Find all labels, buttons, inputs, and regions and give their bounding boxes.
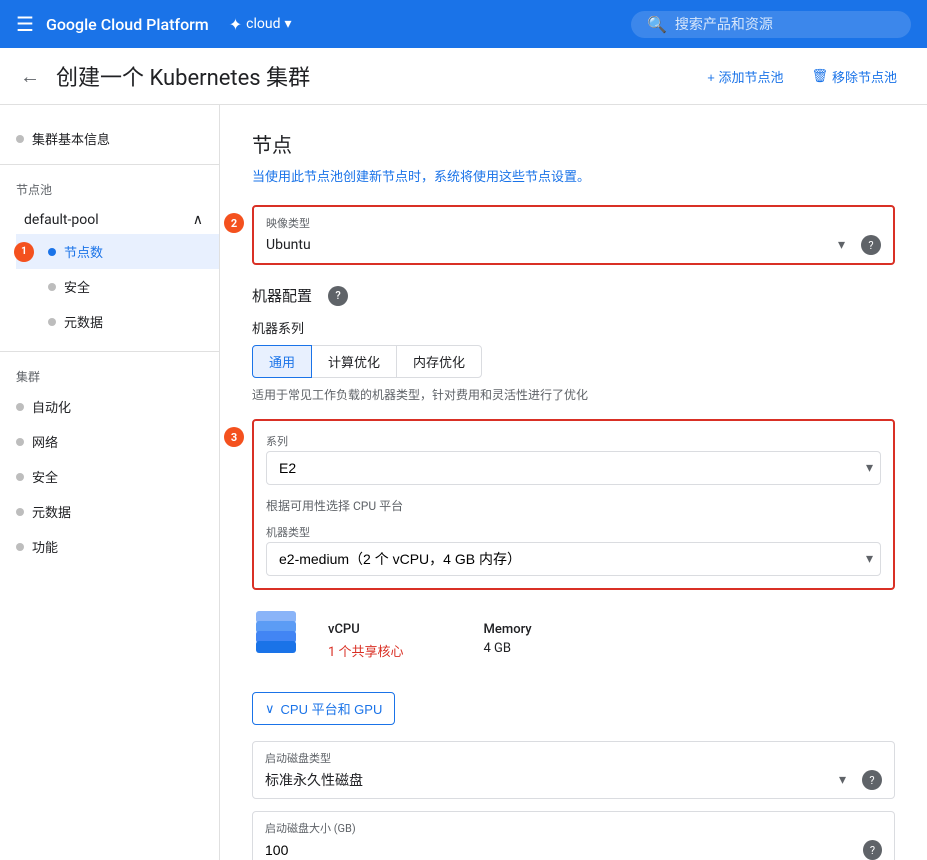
sidebar-item-network[interactable]: 网络 — [0, 424, 219, 459]
add-pool-button[interactable]: + 添加节点池 — [697, 61, 793, 92]
project-dropdown-icon: ▾ — [285, 16, 292, 32]
boot-disk-type-help-icon[interactable]: ? — [862, 770, 882, 790]
annotation-3: 3 — [224, 427, 244, 447]
expand-icon: ∨ — [265, 701, 275, 717]
tab-compute-optimized[interactable]: 计算优化 — [311, 345, 397, 378]
image-type-select-row: Ubuntu ▾ ? — [266, 235, 881, 255]
back-button[interactable]: ← — [20, 64, 40, 89]
sidebar-item-node-count[interactable]: 节点数 1 — [16, 234, 219, 269]
cluster-section-label: 集群 — [0, 360, 219, 389]
page-title: 创建一个 Kubernetes 集群 — [56, 60, 310, 92]
server-stack-icon — [252, 611, 312, 671]
menu-icon[interactable]: ☰ — [16, 12, 34, 36]
memory-resource: Memory 4 GB — [484, 622, 532, 656]
active-dot — [48, 248, 56, 256]
dot-feat — [16, 543, 24, 551]
dot-security — [48, 283, 56, 291]
annotation-2: 2 — [224, 213, 244, 233]
resource-display-row: vCPU 1 个共享核心 Memory 4 GB — [252, 606, 895, 676]
tab-memory-optimized[interactable]: 内存优化 — [396, 345, 482, 378]
remove-pool-button[interactable]: 🗑 移除节点池 — [801, 61, 907, 92]
resource-display: vCPU 1 个共享核心 Memory 4 GB — [328, 622, 532, 660]
pool-sub-items: 节点数 1 安全 元数据 — [16, 234, 219, 339]
image-type-value: Ubuntu — [266, 237, 311, 253]
search-icon: 🔍 — [647, 15, 667, 34]
project-selector[interactable]: ✦ cloud ▾ — [229, 15, 292, 34]
cpu-note: 根据可用性选择 CPU 平台 — [266, 497, 881, 514]
boot-disk-type-field: 启动磁盘类型 标准永久性磁盘 ▾ ? — [252, 741, 895, 799]
header-actions: + 添加节点池 🗑 移除节点池 — [697, 61, 907, 92]
series-machine-bordered: 系列 E2 N2 N1 ▾ 根据可用性选择 CPU 平台 机器类型 — [252, 419, 895, 590]
sidebar-item-cluster-metadata[interactable]: 元数据 — [0, 494, 219, 529]
boot-disk-size-input[interactable] — [265, 842, 855, 858]
sidebar-item-cluster-basic[interactable]: 集群基本信息 — [0, 121, 219, 156]
search-bar: 🔍 — [631, 11, 911, 38]
dot-icon — [16, 135, 24, 143]
series-select[interactable]: E2 N2 N1 — [266, 451, 881, 485]
trash-icon: 🗑 — [811, 68, 828, 84]
boot-disk-size-label: 启动磁盘大小 (GB) — [265, 820, 882, 836]
search-input[interactable] — [675, 16, 875, 32]
image-type-field: 映像类型 Ubuntu ▾ ? — [252, 205, 895, 265]
nodes-title: 节点 — [252, 129, 895, 158]
section-description: 当使用此节点池创建新节点时，系统将使用这些节点设置。 — [252, 166, 895, 185]
series-select-wrapper: E2 N2 N1 ▾ — [266, 451, 881, 485]
default-pool-header[interactable]: default-pool ∧ — [0, 206, 219, 234]
boot-disk-size-help-icon[interactable]: ? — [863, 840, 882, 860]
sidebar-item-metadata[interactable]: 元数据 — [16, 304, 219, 339]
dot-net — [16, 438, 24, 446]
machine-type-label: 机器类型 — [266, 524, 881, 540]
page-header: ← 创建一个 Kubernetes 集群 + 添加节点池 🗑 移除节点池 — [0, 48, 927, 105]
sidebar-item-automation[interactable]: 自动化 — [0, 389, 219, 424]
dot-csec — [16, 473, 24, 481]
sidebar-item-feature[interactable]: 功能 — [0, 529, 219, 564]
dot-auto — [16, 403, 24, 411]
project-name: cloud — [246, 16, 280, 32]
boot-disk-type-section: 启动磁盘类型 标准永久性磁盘 ▾ ? — [252, 741, 895, 799]
machine-config-header: 机器配置 ? — [252, 285, 895, 306]
series-field: 系列 E2 N2 N1 ▾ — [266, 433, 881, 485]
series-description: 适用于常见工作负载的机器类型，针对费用和灵活性进行了优化 — [252, 386, 895, 403]
main-content: 节点 当使用此节点池创建新节点时，系统将使用这些节点设置。 2 映像类型 Ubu… — [220, 105, 927, 860]
main-layout: 集群基本信息 节点池 default-pool ∧ 节点数 1 — [0, 105, 927, 860]
boot-disk-type-label: 启动磁盘类型 — [265, 750, 882, 766]
series-machine-section: 3 系列 E2 N2 N1 ▾ 根据可用性选择 CPU 平台 — [252, 419, 895, 590]
image-type-label: 映像类型 — [266, 215, 881, 231]
image-type-section: 2 映像类型 Ubuntu ▾ ? — [252, 205, 895, 265]
image-type-dropdown-icon[interactable]: ▾ — [838, 237, 845, 253]
machine-type-field: 机器类型 e2-medium（2 个 vCPU，4 GB 内存） e2-smal… — [266, 524, 881, 576]
machine-type-select[interactable]: e2-medium（2 个 vCPU，4 GB 内存） e2-small e2-… — [266, 542, 881, 576]
dot-cmeta — [16, 508, 24, 516]
tab-general[interactable]: 通用 — [252, 345, 312, 378]
annotation-1: 1 — [14, 242, 34, 262]
machine-series-tabs: 通用 计算优化 内存优化 — [252, 345, 895, 378]
machine-series-label: 机器系列 — [252, 318, 895, 337]
vcpu-resource: vCPU 1 个共享核心 — [328, 622, 404, 660]
boot-disk-size-section: 启动磁盘大小 (GB) ? — [252, 811, 895, 860]
sidebar-item-cluster-security[interactable]: 安全 — [0, 459, 219, 494]
boot-disk-type-value: 标准永久性磁盘 — [265, 770, 363, 790]
app-title: Google Cloud Platform — [46, 15, 209, 34]
cpu-gpu-button[interactable]: ∨ CPU 平台和 GPU — [252, 692, 395, 725]
series-label: 系列 — [266, 433, 881, 449]
machine-config-help-icon[interactable]: ? — [328, 286, 348, 306]
project-icon: ✦ — [229, 15, 242, 34]
boot-disk-dropdown-icon[interactable]: ▾ — [839, 772, 846, 788]
sidebar-item-security[interactable]: 安全 — [16, 269, 219, 304]
top-nav: ☰ Google Cloud Platform ✦ cloud ▾ 🔍 — [0, 0, 927, 48]
machine-type-select-wrapper: e2-medium（2 个 vCPU，4 GB 内存） e2-small e2-… — [266, 542, 881, 576]
node-pool-section-label: 节点池 — [0, 173, 219, 202]
dot-metadata — [48, 318, 56, 326]
chevron-up-icon: ∧ — [193, 212, 203, 228]
boot-disk-size-field: 启动磁盘大小 (GB) ? — [252, 811, 895, 860]
image-type-help-icon[interactable]: ? — [861, 235, 881, 255]
sidebar: 集群基本信息 节点池 default-pool ∧ 节点数 1 — [0, 105, 220, 860]
